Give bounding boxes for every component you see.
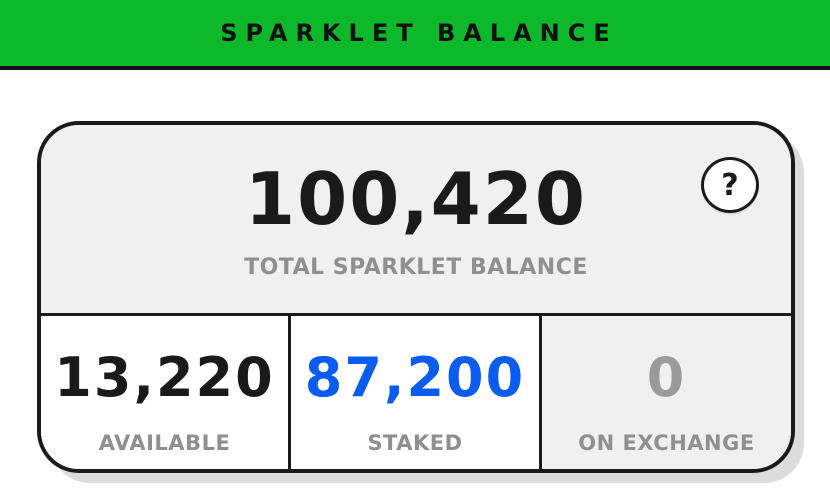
balance-card: 100,420 TOTAL SPARKLET BALANCE ? 13,220 … xyxy=(37,121,795,473)
total-balance-section: 100,420 TOTAL SPARKLET BALANCE ? xyxy=(41,125,791,316)
question-mark-icon: ? xyxy=(701,157,759,213)
stat-available: 13,220 AVAILABLE xyxy=(41,316,291,469)
staked-label: STAKED xyxy=(367,431,463,455)
help-button[interactable]: ? xyxy=(701,157,759,215)
on-exchange-label: ON EXCHANGE xyxy=(578,431,755,455)
on-exchange-value: 0 xyxy=(646,346,687,409)
page-title: SPARKLET BALANCE xyxy=(220,19,618,47)
available-label: AVAILABLE xyxy=(98,431,231,455)
total-balance-value: 100,420 xyxy=(245,157,587,241)
stats-row: 13,220 AVAILABLE 87,200 STAKED 0 ON EXCH… xyxy=(41,316,791,469)
total-balance-label: TOTAL SPARKLET BALANCE xyxy=(244,255,588,280)
stat-staked: 87,200 STAKED xyxy=(291,316,542,469)
stat-on-exchange: 0 ON EXCHANGE xyxy=(542,316,791,469)
available-value: 13,220 xyxy=(54,346,275,409)
header-bar: SPARKLET BALANCE xyxy=(0,0,830,70)
staked-value: 87,200 xyxy=(304,346,526,409)
